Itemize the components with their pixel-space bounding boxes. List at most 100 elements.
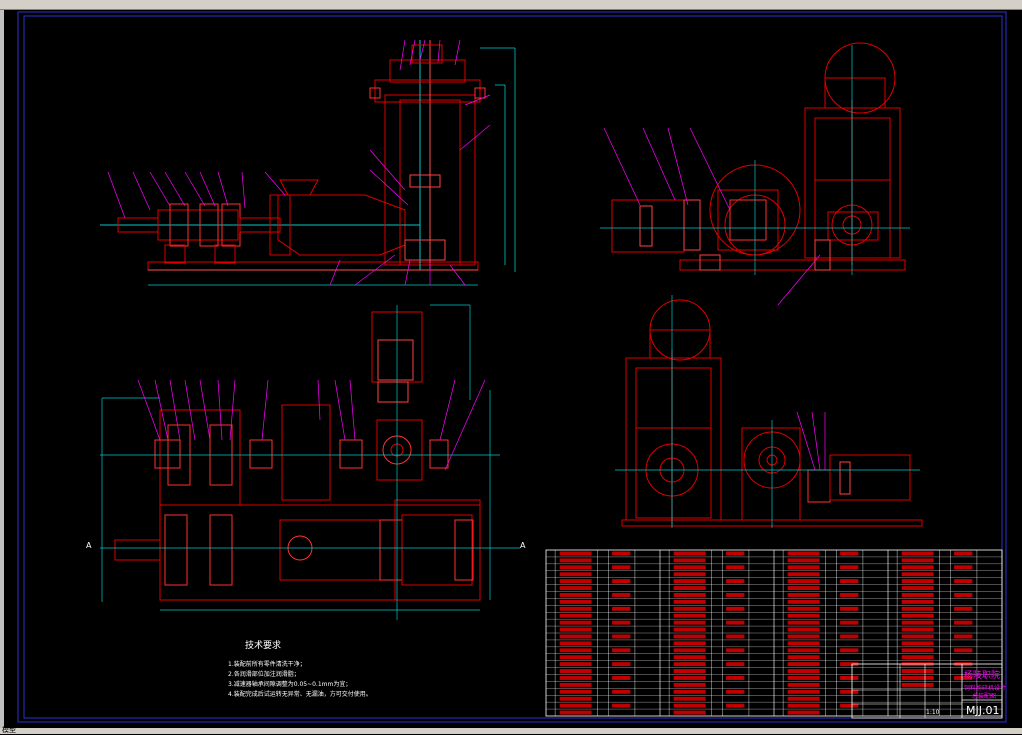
- parts-table-entry-mark: [673, 696, 706, 701]
- parts-table-entry-mark: [787, 586, 820, 590]
- parts-table-entry-mark: [840, 648, 859, 653]
- parts-table-entry-mark: [673, 606, 706, 611]
- parts-table-entry-mark: [673, 655, 706, 660]
- parts-table-entry-mark: [559, 682, 592, 687]
- parts-table-entry-mark: [673, 689, 706, 694]
- parts-table-entry-mark: [726, 551, 745, 556]
- parts-table-entry-mark: [726, 620, 745, 625]
- parts-table-entry-mark: [954, 579, 973, 584]
- parts-table-entry-mark: [787, 676, 820, 680]
- parts-table-entry-mark: [559, 655, 592, 660]
- parts-table-entry-mark: [787, 606, 820, 611]
- parts-table-entry-mark: [673, 627, 706, 632]
- parts-table-entry-mark: [787, 655, 820, 660]
- parts-table-entry-mark: [901, 627, 934, 632]
- parts-table-entry-mark: [612, 620, 631, 625]
- parts-table-entry-mark: [726, 606, 745, 611]
- parts-table-entry-mark: [673, 648, 706, 653]
- parts-table-entry-mark: [559, 565, 592, 570]
- parts-table-entry-mark: [901, 669, 934, 673]
- parts-table-entry-mark: [787, 662, 820, 667]
- parts-table-entry-mark: [787, 565, 820, 570]
- parts-table-entry-mark: [954, 551, 973, 556]
- parts-table-entry-mark: [673, 551, 706, 556]
- parts-table-entry-mark: [559, 648, 592, 653]
- parts-table-entry-mark: [954, 648, 973, 653]
- parts-table-entry-mark: [726, 689, 745, 694]
- parts-table-entry-mark: [901, 586, 934, 590]
- parts-table-entry-mark: [901, 579, 934, 584]
- parts-table-entry-mark: [559, 551, 592, 556]
- parts-table-entry-mark: [673, 586, 706, 590]
- parts-table-entry-mark: [612, 606, 631, 611]
- parts-table-entry-mark: [787, 669, 820, 673]
- notes-item-2: 2.各润滑部位加注润滑脂；: [228, 670, 300, 678]
- parts-table-entry-mark: [787, 551, 820, 556]
- notes-item-3: 3.减速器轴承间隙调整为0.05~0.1mm为宜；: [228, 680, 351, 688]
- parts-table-entry-mark: [726, 579, 745, 584]
- parts-table-entry-mark: [726, 565, 745, 570]
- parts-table-entry-mark: [787, 696, 820, 701]
- notes-item-4: 4.装配完成后试运转无异常、无漏油，方可交付使用。: [228, 690, 372, 698]
- parts-table-entry-mark: [559, 710, 592, 715]
- parts-table-entry-mark: [787, 648, 820, 653]
- parts-table-entry-mark: [787, 634, 820, 639]
- parts-table-entry-mark: [673, 565, 706, 570]
- parts-table-entry-mark: [559, 572, 592, 577]
- view-top[interactable]: [114, 311, 481, 601]
- parts-table-entry-mark: [559, 606, 592, 611]
- parts-table-entry-mark: [559, 586, 592, 590]
- parts-table-entry-mark: [726, 676, 745, 680]
- technical-notes: 技术要求 1.装配前所有零件清洗干净； 2.各润滑部位加注润滑脂； 3.减速器轴…: [228, 639, 372, 698]
- parts-list-table: [545, 549, 1003, 717]
- parts-table-entry-mark: [559, 669, 592, 673]
- parts-table-entry-mark: [612, 703, 631, 708]
- parts-table-entry-mark: [673, 558, 706, 563]
- parts-table-entry-mark: [612, 551, 631, 556]
- parts-table-entry-mark: [559, 579, 592, 584]
- title-scale: 1:10: [926, 709, 940, 716]
- parts-table-entry-mark: [901, 648, 934, 653]
- parts-table-entry-mark: [840, 593, 859, 597]
- parts-table-entry-mark: [840, 551, 859, 556]
- parts-table-entry-mark: [787, 710, 820, 715]
- parts-table-entry-mark: [954, 620, 973, 625]
- parts-table-entry-mark: [787, 703, 820, 708]
- parts-table-entry-mark: [787, 682, 820, 687]
- parts-table-entry-mark: [901, 655, 934, 660]
- notes-item-1: 1.装配前所有零件清洗干净；: [228, 660, 306, 668]
- parts-table-entry-mark: [954, 565, 973, 570]
- parts-table-entry-mark: [673, 634, 706, 639]
- cad-drawing-canvas[interactable]: A A 技术要求 1.装配前所有零件清洗干净； 2.各润滑部位加注润滑脂； 3.…: [0, 0, 1022, 734]
- parts-table-entry-mark: [901, 551, 934, 556]
- parts-table-entry-mark: [726, 593, 745, 597]
- parts-table-entry-mark: [612, 648, 631, 653]
- parts-table-entry-mark: [726, 662, 745, 667]
- parts-table-entry-mark: [673, 710, 706, 715]
- parts-table-entry-mark: [901, 682, 934, 687]
- parts-table-entry-mark: [726, 648, 745, 653]
- parts-table-entry-mark: [673, 703, 706, 708]
- centerlines-top: [100, 304, 520, 620]
- parts-table-entry-mark: [559, 689, 592, 694]
- parts-table-entry-mark: [612, 634, 631, 639]
- parts-table-entry-mark: [612, 593, 631, 597]
- parts-table-entry-mark: [840, 676, 859, 680]
- parts-table-entry-mark: [559, 703, 592, 708]
- parts-table-entry-mark: [954, 606, 973, 611]
- parts-table-entry-mark: [673, 613, 706, 618]
- title-drawing-number: MJJ.01: [966, 704, 999, 717]
- parts-table-entry-mark: [787, 599, 820, 604]
- parts-table-entry-mark: [726, 703, 745, 708]
- parts-table-entry-mark: [901, 676, 934, 680]
- parts-table-entry-mark: [612, 662, 631, 667]
- parts-table-entry-mark: [612, 689, 631, 694]
- title-name: 饲料粉碎机设计: [964, 684, 1006, 692]
- parts-table-entry-mark: [559, 613, 592, 618]
- parts-table-entry-mark: [954, 634, 973, 639]
- parts-table-entry-mark: [673, 599, 706, 604]
- view-front-section[interactable]: [100, 40, 486, 271]
- parts-table-entry-mark: [673, 662, 706, 667]
- parts-table-entry-mark: [673, 620, 706, 625]
- parts-table-entry-mark: [559, 620, 592, 625]
